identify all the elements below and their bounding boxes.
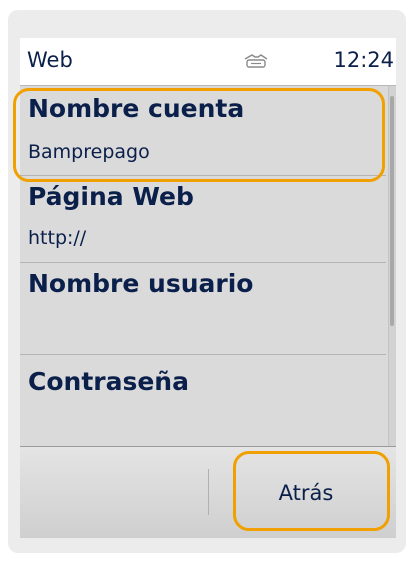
screen-title: Web	[27, 48, 73, 72]
list-item-username[interactable]: Nombre usuario	[20, 263, 386, 355]
settings-list: Nombre cuenta Bamprepago Página Web http…	[20, 86, 386, 446]
status-bar: Web 12:24	[20, 38, 396, 86]
list-item-label: Contraseña	[28, 367, 189, 396]
list-item-label: Página Web	[28, 182, 194, 211]
list-item-password[interactable]: Contraseña	[20, 355, 386, 446]
scrollbar-thumb[interactable]	[390, 96, 394, 326]
softkey-bar: Atrás	[20, 446, 396, 538]
phone-screen: Web 12:24 Nombre cuenta Bamprepago Págin…	[20, 38, 396, 538]
softkey-divider	[208, 469, 209, 515]
scrollbar[interactable]	[388, 86, 396, 446]
back-button[interactable]: Atrás	[216, 447, 396, 538]
list-item-value: Bamprepago	[28, 141, 150, 163]
list-item-web-page[interactable]: Página Web http://	[20, 176, 386, 263]
list-item-value: http://	[28, 227, 87, 249]
list-item-account-name[interactable]: Nombre cuenta Bamprepago	[20, 86, 386, 176]
list-item-label: Nombre usuario	[28, 269, 254, 298]
clock: 12:24	[333, 48, 394, 72]
left-softkey[interactable]	[20, 447, 206, 538]
list-item-label: Nombre cuenta	[28, 94, 245, 123]
connection-icon	[244, 54, 268, 68]
